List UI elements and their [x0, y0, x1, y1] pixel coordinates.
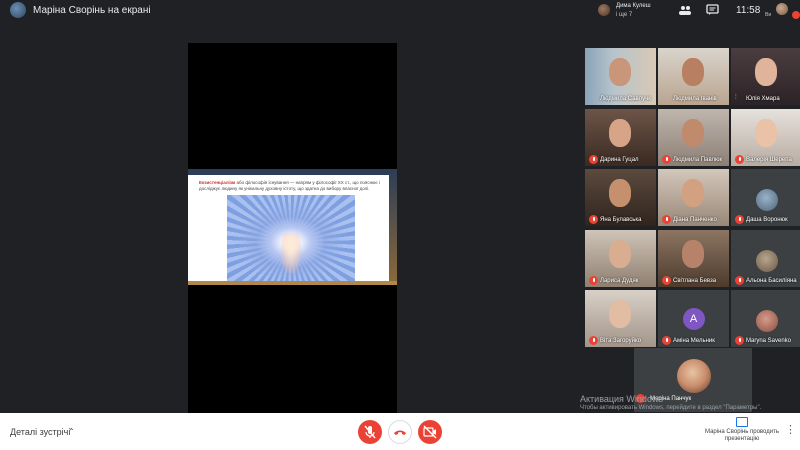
- slide-term: Екзистенціалізм: [199, 180, 236, 185]
- participant-avatar: [755, 189, 778, 211]
- participant-tile[interactable]: Альона Басиліяна: [731, 230, 800, 287]
- mic-muted-icon: [662, 276, 671, 285]
- participant-name: Світлана Бевза: [673, 278, 717, 284]
- self-label: Ви: [765, 12, 772, 18]
- participant-tile[interactable]: ⦙ Юлія Хмара: [731, 48, 800, 105]
- slide-image: [227, 195, 355, 281]
- clock: 11:58: [736, 5, 761, 16]
- slide-top-band: [188, 169, 397, 175]
- mic-muted-icon: [589, 336, 598, 345]
- microphone-toggle-button[interactable]: [358, 420, 382, 444]
- more-options-icon[interactable]: ⋮: [785, 423, 796, 436]
- participant-name: Юлія Хмара: [746, 96, 780, 102]
- participant-face: [682, 240, 704, 268]
- mic-muted-icon: [589, 215, 598, 224]
- participants-icon[interactable]: [678, 4, 692, 16]
- camera-toggle-button[interactable]: [418, 420, 442, 444]
- participant-name: Людмила Павлюк: [673, 157, 723, 163]
- participant-tile[interactable]: Даша Воронюк: [731, 169, 800, 226]
- mic-muted-icon: [589, 276, 598, 285]
- hang-up-icon: [394, 430, 406, 435]
- windows-activation-title: Активация Windows: [580, 394, 663, 404]
- slide-bottom-band: [188, 281, 397, 285]
- self-avatar[interactable]: [776, 3, 788, 15]
- mic-off-icon: [364, 425, 376, 439]
- participant-face: [682, 119, 704, 147]
- participant-name: Альона Басиліяна: [746, 278, 797, 284]
- participant-tile[interactable]: Віта Загоруйко: [585, 290, 656, 347]
- participant-name: Дарина Гуцал: [600, 157, 639, 163]
- presenter-avatar: [10, 2, 26, 18]
- participant-name: Яна Булавська: [600, 217, 642, 223]
- participant-name: Лариса Дудяк: [600, 278, 639, 284]
- mic-muted-icon: [735, 276, 744, 285]
- participant-face: [682, 58, 704, 86]
- participant-tile[interactable]: ⦙ Людмила Іванів: [658, 48, 729, 105]
- participant-avatar: [755, 250, 778, 272]
- participant-tile[interactable]: Maryna Savenko: [731, 290, 800, 347]
- mic-muted-icon: [662, 215, 671, 224]
- speaking-indicator-icon: ⦙: [735, 94, 737, 101]
- participant-tile[interactable]: Світлана Бевза: [658, 230, 729, 287]
- bottom-bar: Деталі зустрічі ⌃ Маріна Сворінь проводи…: [0, 413, 800, 450]
- windows-activation-subtitle: Чтобы активировать Windows, перейдите в …: [580, 405, 762, 411]
- participant-face: [609, 240, 631, 268]
- participant-avatar: [755, 310, 778, 332]
- self-muted-badge: [792, 11, 800, 19]
- presenting-title: Маріна Сворінь на екрані: [33, 5, 151, 16]
- participant-name: Валерія Шерепа: [746, 157, 792, 163]
- mic-muted-icon: [735, 155, 744, 164]
- participant-name: Віта Загоруйко: [600, 338, 642, 344]
- participant-name: Аміна Мельник: [673, 338, 715, 344]
- slide-text: Екзистенціалізм або філософія існування …: [199, 180, 385, 192]
- participant-tile[interactable]: Дарина Гуцал: [585, 109, 656, 166]
- mic-muted-icon: [589, 155, 598, 164]
- participant-face: [755, 119, 777, 147]
- participant-tile[interactable]: ⦙ Людмила Савлучк: [585, 48, 656, 105]
- presentation-slide: Екзистенціалізм або філософія існування …: [188, 169, 397, 285]
- notification-name: Дима Кулеш: [616, 3, 651, 9]
- notification-more: і ще 7: [616, 12, 633, 18]
- join-notification[interactable]: Дима Кулеш і ще 7: [598, 2, 688, 20]
- presentation-stage: Екзистенціалізм або філософія існування …: [188, 43, 397, 413]
- participant-name: Maryna Savenko: [746, 338, 792, 344]
- participant-avatar-letter: A: [682, 308, 705, 330]
- participant-face: [682, 179, 704, 207]
- mic-muted-icon: [662, 336, 671, 345]
- participant-tile[interactable]: Валерія Шерепа: [731, 109, 800, 166]
- participant-tile[interactable]: A Аміна Мельник: [658, 290, 729, 347]
- participant-face: [755, 58, 777, 86]
- chat-icon[interactable]: [706, 4, 720, 16]
- participant-face: [609, 58, 631, 86]
- participant-tile[interactable]: Людмила Павлюк: [658, 109, 729, 166]
- chevron-up-icon[interactable]: ⌃: [68, 427, 75, 436]
- participant-name: Даша Воронюк: [746, 217, 788, 223]
- slide-side-band: [389, 169, 397, 285]
- participant-face: [609, 179, 631, 207]
- participant-tile[interactable]: Діана Панченко: [658, 169, 729, 226]
- participant-name: Діана Панченко: [673, 217, 717, 223]
- featured-avatar: [677, 359, 711, 393]
- top-bar: Маріна Сворінь на екрані Дима Кулеш і ще…: [0, 0, 800, 22]
- speaking-indicator-icon: ⦙: [662, 94, 664, 101]
- participant-name: Людмила Савлучк: [600, 96, 651, 102]
- mic-muted-icon: [735, 336, 744, 345]
- participant-name: Людмила Іванів: [673, 96, 717, 102]
- participant-face: [609, 119, 631, 147]
- participant-tile[interactable]: Яна Булавська: [585, 169, 656, 226]
- meeting-details-button[interactable]: Деталі зустрічі: [10, 427, 70, 437]
- mic-muted-icon: [662, 155, 671, 164]
- notification-avatar: [598, 4, 610, 16]
- presenter-label: Маріна Сворінь проводить презентацію: [705, 429, 779, 442]
- participant-face: [609, 300, 631, 328]
- end-call-button[interactable]: [388, 420, 412, 444]
- mic-muted-icon: [735, 215, 744, 224]
- camera-off-icon: [423, 425, 437, 439]
- participant-tile[interactable]: Лариса Дудяк: [585, 230, 656, 287]
- speaking-indicator-icon: ⦙: [589, 94, 591, 101]
- present-screen-icon[interactable]: [736, 417, 748, 427]
